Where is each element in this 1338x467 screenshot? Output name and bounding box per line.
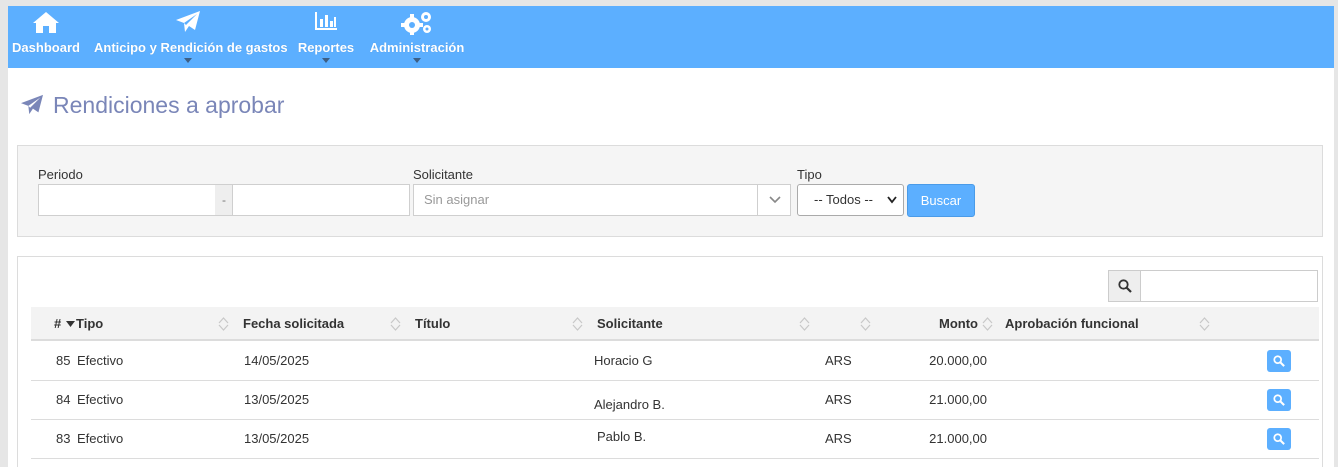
view-row-button[interactable] [1267,389,1291,411]
col-header-monto[interactable]: Monto [939,307,978,341]
col-header-titulo[interactable]: Título [415,307,450,341]
tipo-select[interactable]: -- Todos -- [797,184,904,216]
nav-anticipo-rendicion-label: Anticipo y Rendición de gastos [94,40,288,55]
sort-icon [860,317,871,331]
nav-anticipo-rendicion[interactable]: Anticipo y Rendición de gastos [94,6,288,68]
cell-tipo: Efectivo [77,431,124,446]
periodo-to-input[interactable] [232,184,410,216]
chevron-down-icon [184,58,192,63]
sort-icon [799,317,810,331]
cell-moneda: ARS [825,392,852,407]
table-header: # Tipo Fecha solicitada Título Solicitan… [31,307,1319,341]
nav-dashboard-label: Dashboard [12,40,80,55]
results-panel: # Tipo Fecha solicitada Título Solicitan… [17,256,1323,467]
tipo-select-value: -- Todos -- [814,192,873,207]
view-row-button[interactable] [1267,428,1291,450]
cell-fecha: 14/05/2025 [244,353,310,368]
cell-id: 84 [56,392,71,407]
search-icon [1273,355,1285,367]
cell-solicitante: Horacio G [594,353,653,368]
page-title-text: Rendiciones a aprobar [53,91,285,118]
solicitante-label: Solicitante [413,167,473,182]
home-icon [32,10,60,37]
nav-reportes-label: Reportes [297,40,355,55]
cell-id: 85 [56,353,71,368]
periodo-from-input[interactable] [38,184,216,216]
search-icon [1273,394,1285,406]
chevron-down-icon [322,58,330,63]
chevron-down-icon [768,196,781,204]
sort-icon [218,317,229,331]
periodo-separator: - [215,184,233,216]
cell-tipo: Efectivo [77,353,124,368]
sort-icon [390,317,401,331]
cell-solicitante: Alejandro B. [594,397,665,412]
nav-administracion-label: Administración [369,40,465,55]
nav-dashboard[interactable]: Dashboard [8,6,84,68]
cell-monto: 20.000,00 [929,353,987,368]
search-icon [1273,433,1285,445]
cell-id: 83 [56,431,71,446]
filter-panel: Periodo - Solicitante Sin asignar Tipo -… [17,145,1323,237]
view-row-button[interactable] [1267,350,1291,372]
cell-solicitante: Pablo B. [597,429,647,444]
page-title: Rendiciones a aprobar [20,90,284,120]
gears-icon [400,10,434,39]
periodo-label: Periodo [38,167,83,182]
sort-icon [572,317,583,331]
col-header-id[interactable]: # [54,307,61,341]
sort-icon [982,317,993,331]
solicitante-placeholder: Sin asignar [424,192,490,207]
solicitante-dropdown-toggle[interactable] [757,184,791,216]
nav-reportes[interactable]: Reportes [296,6,356,68]
cell-moneda: ARS [825,431,852,446]
sort-icon [1199,317,1210,331]
table-row: 85 Efectivo 14/05/2025 Horacio G ARS 20.… [31,342,1319,381]
nav-administracion[interactable]: Administración [368,6,466,68]
col-header-tipo[interactable]: Tipo [76,307,103,341]
bar-chart-icon [313,10,339,35]
cell-fecha: 13/05/2025 [244,392,310,407]
buscar-button[interactable]: Buscar [907,184,975,217]
cell-monto: 21.000,00 [929,431,987,446]
top-navbar: Dashboard Anticipo y Rendición de gastos… [8,6,1334,68]
chevron-down-icon [413,58,421,63]
app-frame: Dashboard Anticipo y Rendición de gastos… [8,6,1334,467]
table-row: 83 Efectivo 13/05/2025 Pablo B. ARS 21.0… [31,420,1319,459]
search-icon [1117,279,1132,293]
col-header-aprobacion[interactable]: Aprobación funcional [1005,307,1139,341]
cell-fecha: 13/05/2025 [244,431,310,446]
solicitante-select[interactable]: Sin asignar [413,184,791,216]
cell-tipo: Efectivo [77,392,124,407]
table-row: 84 Efectivo 13/05/2025 Alejandro B. ARS … [31,381,1319,420]
cell-monto: 21.000,00 [929,392,987,407]
tipo-label: Tipo [797,167,822,182]
col-header-fecha[interactable]: Fecha solicitada [243,307,344,341]
table-search-input[interactable] [1140,270,1318,302]
sort-desc-icon [66,321,75,327]
paper-plane-icon [175,10,201,37]
paper-plane-icon [20,94,44,116]
cell-moneda: ARS [825,353,852,368]
chevron-down-icon [887,185,897,226]
table-search-button[interactable] [1108,270,1141,302]
col-header-solicitante[interactable]: Solicitante [597,307,663,341]
